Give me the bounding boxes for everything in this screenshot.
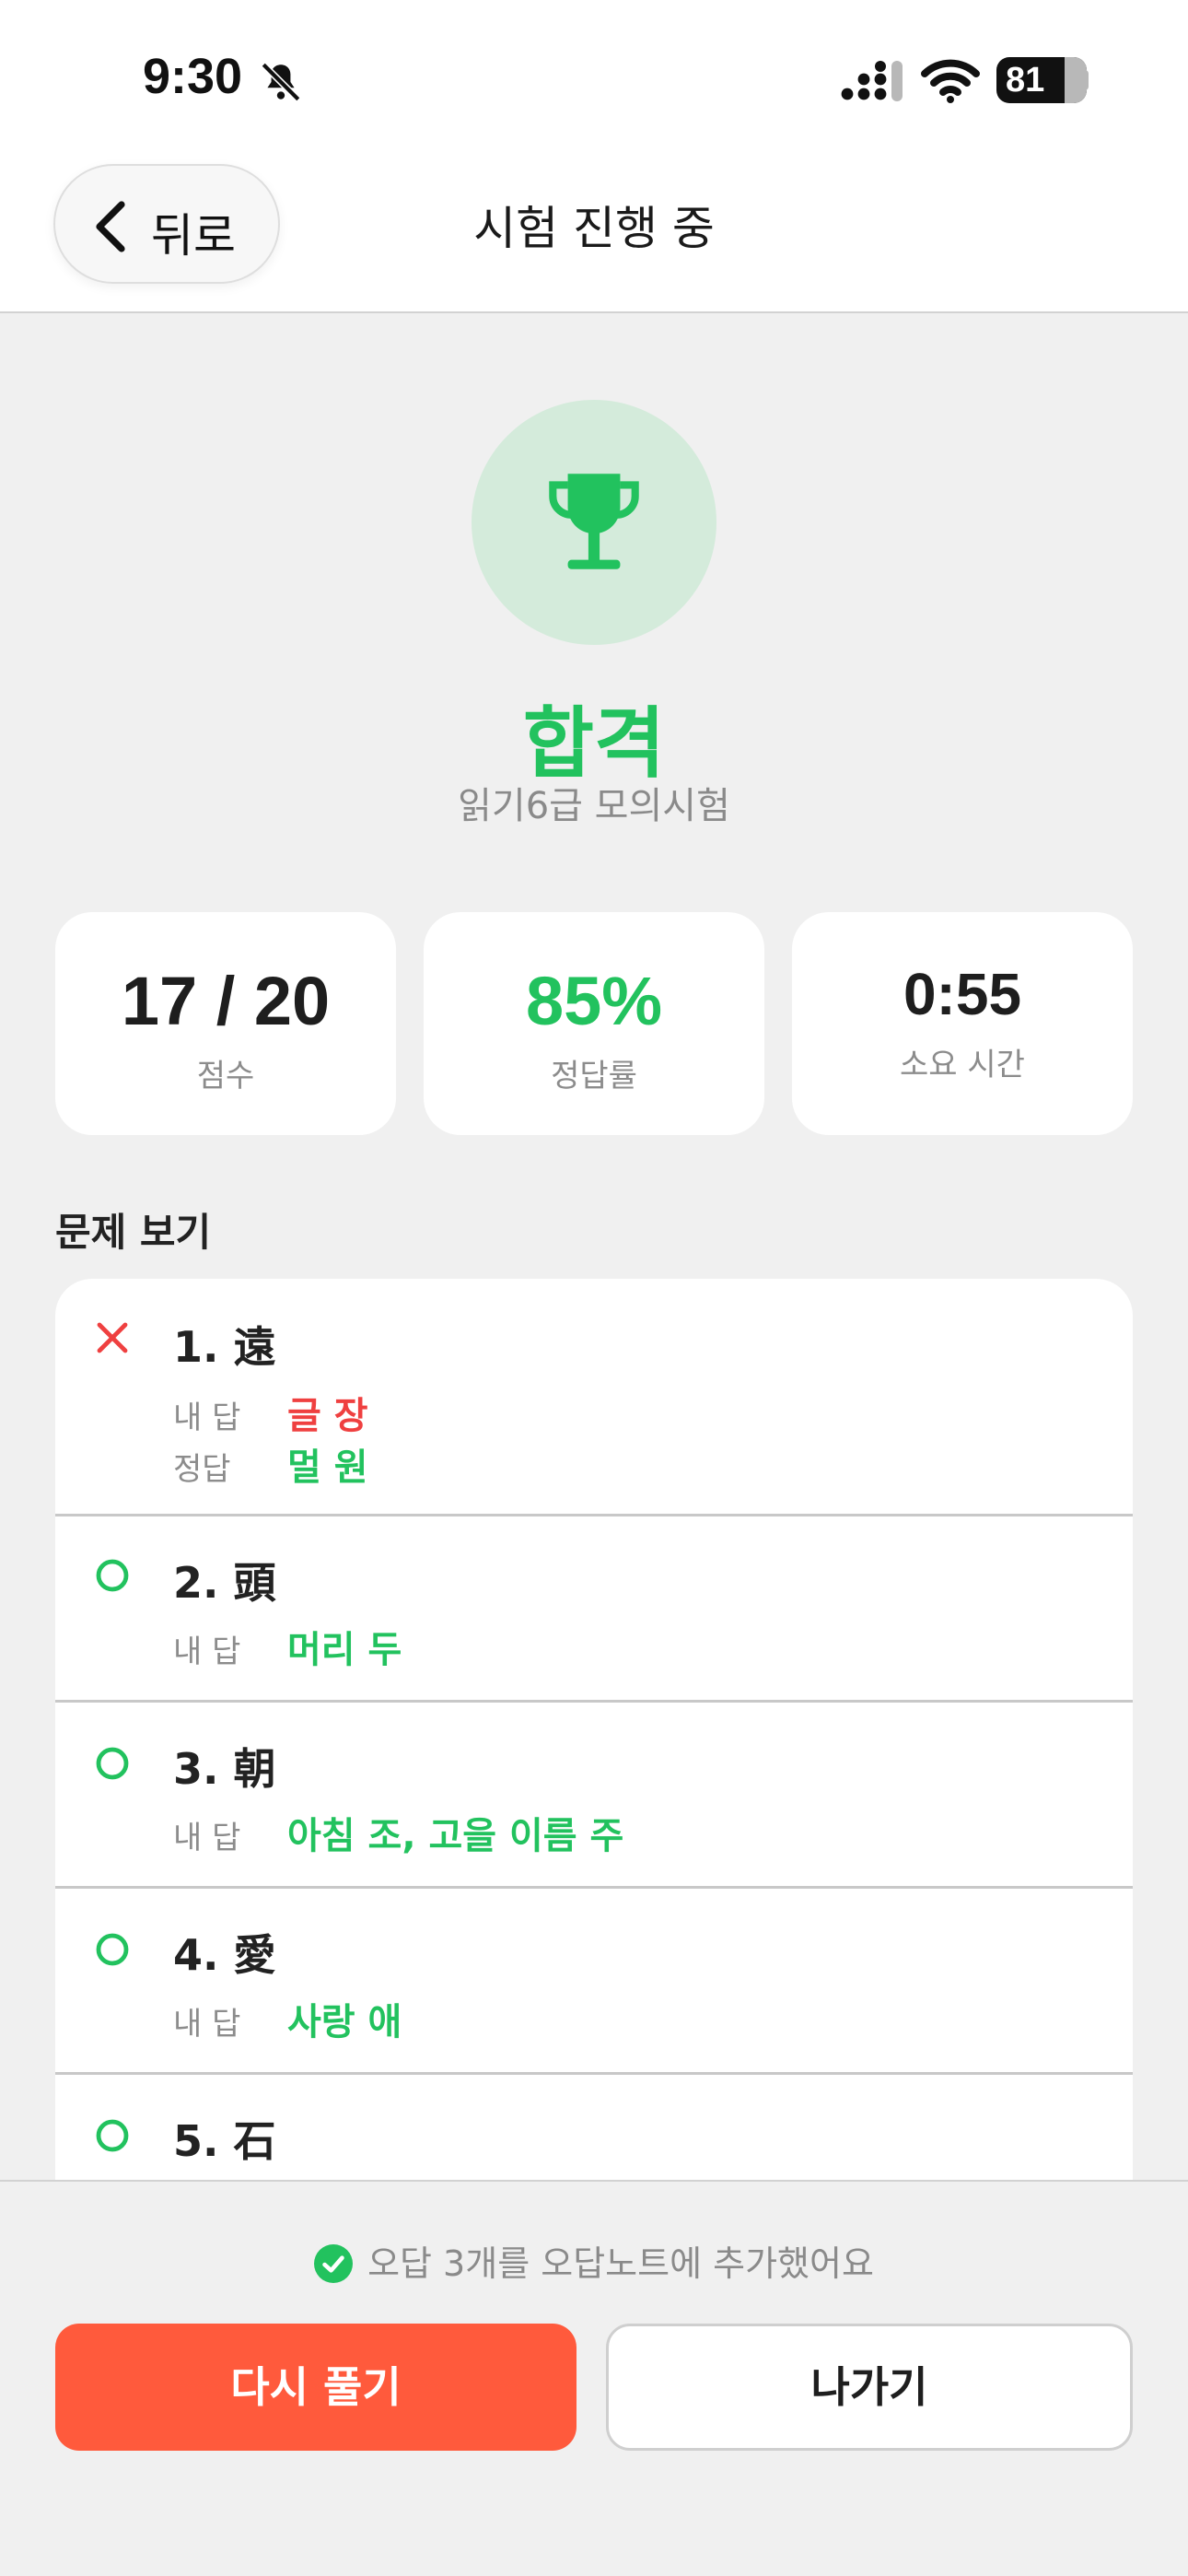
- my-answer-row: 내 답 사랑 애: [173, 1992, 402, 2043]
- section-title: 문제 보기: [55, 1210, 212, 1255]
- bottom-action-bar: 오답 3개를 오답노트에 추가했어요 다시 풀기 나가기: [0, 2180, 1188, 2576]
- correct-circle-icon: [96, 1559, 129, 1592]
- accuracy-value: 85%: [525, 963, 663, 1039]
- accuracy-label: 정답률: [551, 1058, 637, 1095]
- my-answer-value: 아침 조, 고을 이름 주: [287, 1815, 624, 1857]
- question-item[interactable]: 1. 遠 내 답 글 장 정답 멀 원: [55, 1279, 1133, 1516]
- question-item[interactable]: 2. 頭 내 답 머리 두: [55, 1516, 1133, 1703]
- retry-button[interactable]: 다시 풀기: [55, 2324, 577, 2451]
- score-label: 점수: [196, 1058, 255, 1095]
- correct-circle-icon: [96, 1933, 129, 1966]
- battery-tip: [1081, 70, 1089, 90]
- duration-value: 0:55: [903, 961, 1022, 1027]
- chevron-left-icon: [96, 201, 125, 252]
- my-answer-row: 내 답 아침 조, 고을 이름 주: [173, 1806, 624, 1857]
- correct-circle-icon: [96, 2119, 129, 2152]
- my-answer-row: 내 답 머리 두: [173, 1620, 402, 1671]
- back-label: 뒤로: [151, 209, 236, 263]
- correct-answer-key: 정답: [173, 1451, 231, 1488]
- my-answer-key: 내 답: [173, 1399, 241, 1436]
- battery-indicator: 81: [996, 57, 1087, 103]
- wrong-answer-notice: 오답 3개를 오답노트에 추가했어요: [0, 2235, 1188, 2286]
- my-answer-row: 내 답글 장: [173, 1386, 368, 1437]
- my-answer-value: 사랑 애: [287, 2001, 402, 2043]
- exit-button[interactable]: 나가기: [606, 2324, 1133, 2451]
- wifi-icon: [921, 59, 980, 103]
- my-answer-key: 내 답: [173, 2006, 241, 2043]
- nav-bar: 시험 진행 중 뒤로: [0, 157, 1188, 313]
- question-title: 3. 朝: [173, 1744, 276, 1794]
- correct-answer-row: 정답 멀 원: [173, 1437, 368, 1489]
- question-item[interactable]: 5. 石: [55, 2075, 1133, 2182]
- cellular-signal-icon: [841, 61, 903, 101]
- check-circle-icon: [314, 2244, 354, 2283]
- duration-card: 0:55 소요 시간: [792, 912, 1133, 1135]
- question-title: 2. 頭: [173, 1558, 276, 1608]
- question-title: 4. 愛: [173, 1930, 276, 1980]
- question-item[interactable]: 3. 朝 내 답 아침 조, 고을 이름 주: [55, 1703, 1133, 1889]
- duration-label: 소요 시간: [900, 1047, 1025, 1083]
- correct-circle-icon: [96, 1747, 129, 1780]
- score-card: 17 / 20 점수: [55, 912, 396, 1135]
- my-answer-key: 내 답: [173, 1820, 241, 1856]
- notice-text: 오답 3개를 오답노트에 추가했어요: [367, 2243, 874, 2284]
- question-item[interactable]: 4. 愛 내 답 사랑 애: [55, 1889, 1133, 2075]
- result-subtitle: 읽기6급 모의시험: [458, 785, 730, 827]
- question-title: 1. 遠: [173, 1322, 276, 1372]
- bell-slash-icon: [261, 62, 301, 102]
- status-time: 9:30: [143, 49, 243, 104]
- question-list[interactable]: 1. 遠 내 답글 장 정답 멀 원 2. 頭 내 답 머리 두 3. 朝 내 답아…: [55, 1279, 1133, 2182]
- accuracy-card: 85% 정답률: [424, 912, 764, 1135]
- question-title: 5. 石: [173, 2116, 276, 2166]
- trophy-badge: [472, 400, 716, 645]
- status-bar: 9:30 81: [0, 0, 1188, 157]
- my-answer-key: 내 답: [173, 1633, 241, 1670]
- my-answer-value: 머리 두: [287, 1629, 402, 1671]
- incorrect-x-icon: [97, 1322, 128, 1353]
- battery-level: 81: [1006, 61, 1045, 100]
- score-value: 17 / 20: [121, 963, 331, 1039]
- back-button[interactable]: 뒤로: [53, 164, 280, 284]
- trophy-icon: [549, 474, 639, 569]
- correct-answer-value: 멀 원: [287, 1446, 368, 1489]
- my-answer-value: 글 장: [287, 1395, 368, 1437]
